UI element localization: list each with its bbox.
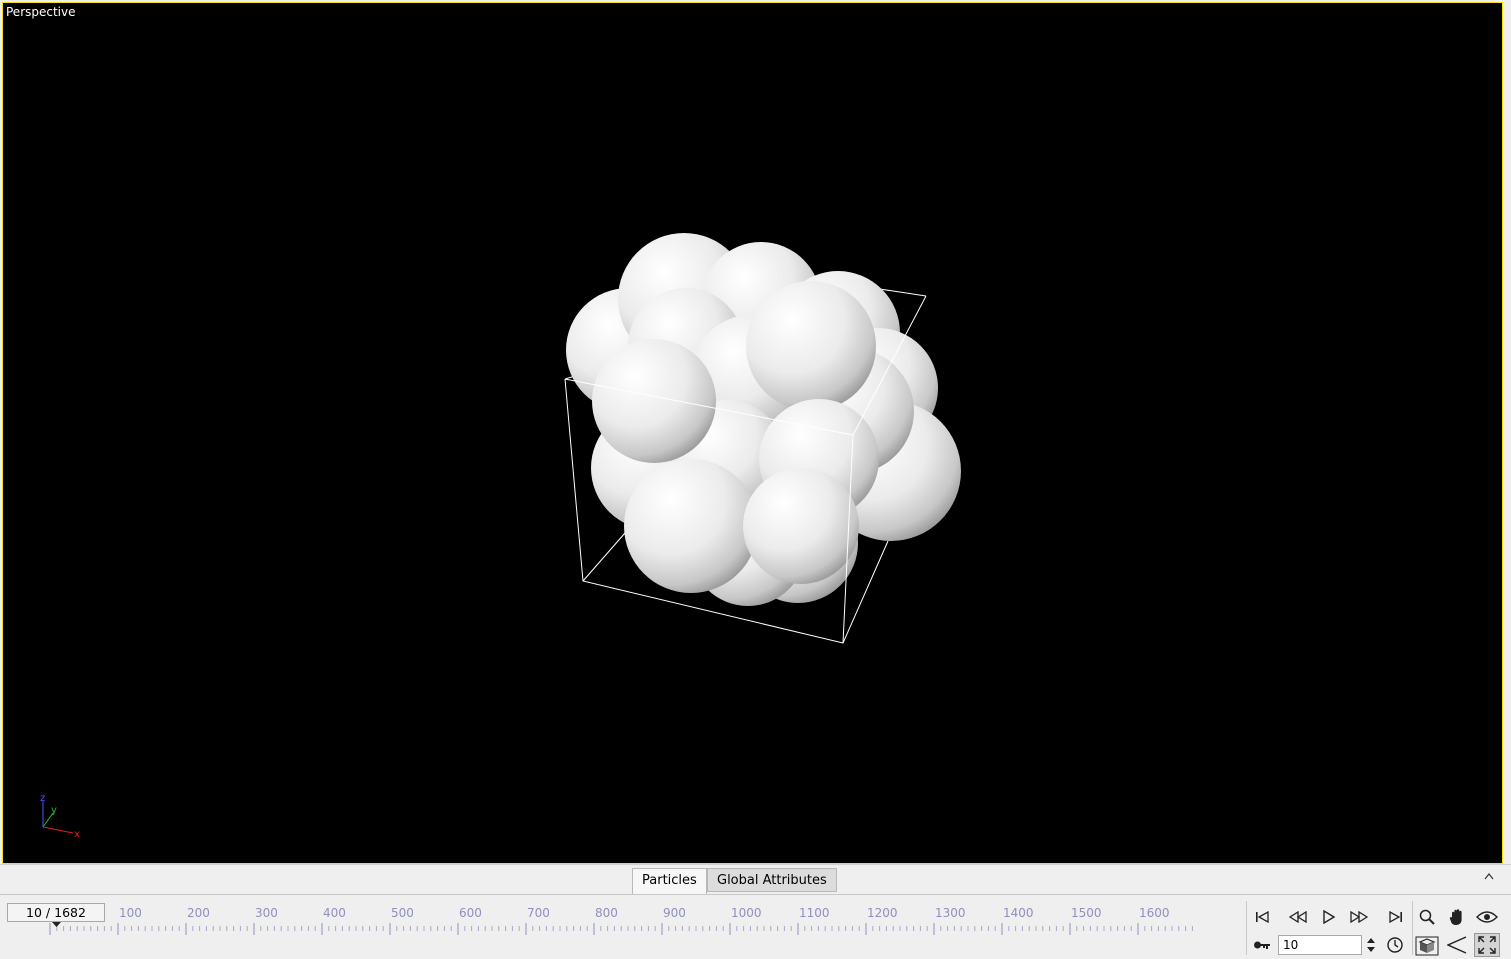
axis-x-label: x [74,829,80,839]
view-cube-icon[interactable] [1414,933,1440,957]
skip-to-end-icon[interactable] [1383,905,1409,929]
bottom-panel: Particles Global Attributes 100 200 300 400… [0,864,1511,957]
axis-triad: x y z [40,793,80,839]
timeline-tick-label: 1500 [1071,906,1102,920]
play-icon[interactable] [1316,905,1342,929]
clock-icon[interactable] [1382,933,1408,957]
tab-global-attributes[interactable]: Global Attributes [707,868,837,892]
axis-z-label: z [40,793,45,804]
particle-spheres [566,233,961,606]
timeline-tick-label: 1200 [867,906,898,920]
time-slider-handle[interactable]: 10 / 1682 [7,903,105,922]
timeline-tick-label: 1000 [731,906,762,920]
timeline-tick-label: 400 [323,906,346,920]
timeline-tick-label: 1400 [1003,906,1034,920]
eye-icon[interactable] [1474,905,1500,929]
timeline-tick-label: 200 [187,906,210,920]
timeline-tick-label: 300 [255,906,278,920]
timeline-tick-label: 100 [119,906,142,920]
particle-scene [564,233,961,644]
timeline-tick-label: 700 [527,906,550,920]
viewport-3d[interactable]: Perspective x y z [2,2,1503,864]
magnifier-icon[interactable] [1414,905,1440,929]
collapse-panel-icon[interactable] [1484,869,1494,884]
timeline-tick-label: 1300 [935,906,966,920]
field-of-view-icon[interactable] [1444,933,1470,957]
key-icon[interactable] [1249,933,1275,957]
frame-spinner[interactable] [1364,935,1378,955]
frame-number-input[interactable] [1278,935,1362,955]
timeline-tick-label: 800 [595,906,618,920]
tab-particles[interactable]: Particles [632,868,707,894]
hand-icon[interactable] [1444,905,1470,929]
maximize-icon[interactable] [1474,933,1500,957]
timeline-tick-label: 600 [459,906,482,920]
particle [624,459,758,593]
timeline-tick-label: 1600 [1139,906,1170,920]
axis-y-label: y [51,805,57,816]
time-slider-marker-icon[interactable] [52,922,62,928]
timeline-ticks [49,923,1193,935]
animation-timeline[interactable]: 100 200 300 400 500 600 700 800 900 1000 1100 1200 1… [0,901,1240,955]
timeline-tick-label: 500 [391,906,414,920]
skip-to-start-icon[interactable] [1249,905,1275,929]
timeline-tick-label: 900 [663,906,686,920]
step-forward-icon[interactable] [1346,905,1372,929]
particle [592,339,716,463]
timeline-tick-label: 1100 [799,906,830,920]
step-back-icon[interactable] [1285,905,1311,929]
particle [743,468,859,584]
particle [746,281,876,411]
